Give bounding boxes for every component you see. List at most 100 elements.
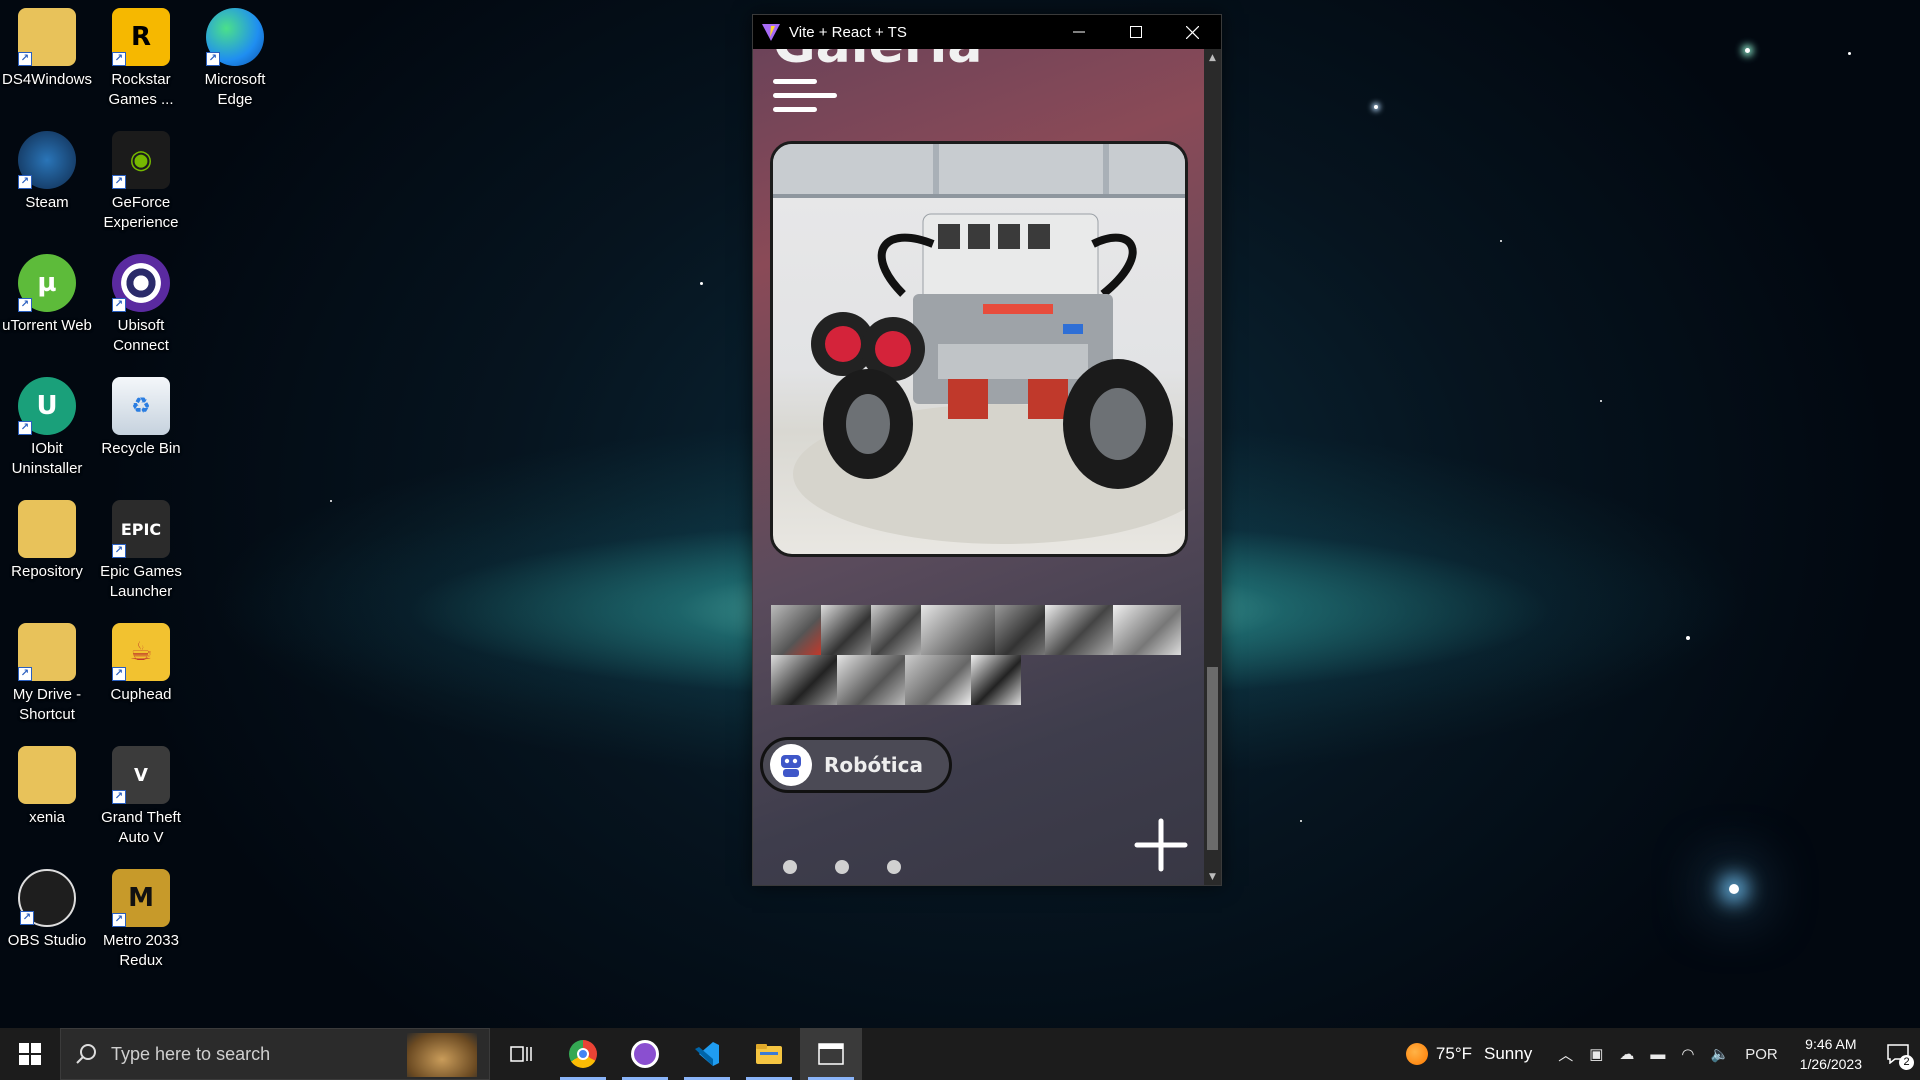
clock[interactable]: 9:46 AM 1/26/2023 [1800,1034,1862,1074]
scrollbar-thumb[interactable] [1207,667,1218,850]
gallery-thumbnail[interactable] [821,605,871,655]
desktop-icon-my-drive[interactable]: ↗ My Drive - Shortcut [0,623,94,725]
gta-icon: V ↗ [112,746,170,804]
gallery-thumbnail[interactable] [921,605,995,655]
desktop-icon-rockstar[interactable]: R ↗ Rockstar Games ... [94,8,188,110]
gallery-thumbnail[interactable] [971,655,1021,705]
desktop-icon-ubisoft[interactable]: ↗ Ubisoft Connect [94,254,188,356]
notification-count-badge: 2 [1899,1055,1914,1070]
app-window-icon [818,1043,844,1065]
desktop-icon-epic[interactable]: EPIC ↗ Epic Games Launcher [94,500,188,602]
carousel-dot[interactable] [783,860,797,874]
desktop-icon-obs[interactable]: ↗ OBS Studio [0,869,94,951]
desktop-icon-label: GeForce Experience [103,194,179,231]
category-button-robotica[interactable]: Robótica [760,737,952,793]
obs-icon: ↗ [18,869,76,927]
cuphead-icon: ☕ ↗ [112,623,170,681]
search-highlight-image [407,1033,477,1077]
desktop-icon-ds4windows[interactable]: ↗ DS4Windows [0,8,94,90]
task-view-button[interactable] [490,1028,552,1080]
desktop-icon-label: Grand Theft Auto V [101,809,181,846]
window-titlebar[interactable]: Vite + React + TS [753,15,1221,49]
steam-icon: ↗ [18,131,76,189]
scroll-up-icon[interactable]: ▲ [1204,49,1221,66]
notification-center-button[interactable]: 2 [1876,1028,1920,1080]
gallery-thumbnail[interactable] [1045,605,1113,655]
maximize-button[interactable] [1107,15,1164,49]
iobit-icon: U ↗ [18,377,76,435]
edge-icon: ↗ [206,8,264,66]
robot-photo-image [773,144,1185,544]
gallery-thumbnail[interactable] [771,605,821,655]
epic-games-icon: EPIC ↗ [112,500,170,558]
search-placeholder: Type here to search [111,1043,271,1064]
desktop-icon-geforce[interactable]: ◉ ↗ GeForce Experience [94,131,188,233]
desktop-icon-label: Microsoft Edge [204,71,266,108]
menu-button[interactable] [773,79,837,123]
taskbar: Type here to search 75°F Sunny ︿ ▣ ☁ ▬ ◠… [0,1028,1920,1080]
weather-widget[interactable]: 75°F Sunny [1405,1043,1533,1065]
plus-icon [1134,818,1188,872]
star [1500,240,1502,242]
desktop-icon-recycle-bin[interactable]: ♻ Recycle Bin [94,377,188,459]
battery-icon[interactable]: ▬ [1650,1046,1665,1063]
window-title: Vite + React + TS [789,23,907,41]
close-button[interactable] [1164,15,1221,49]
hamburger-line [773,107,817,112]
gallery-thumbnail[interactable] [771,655,837,705]
geforce-icon: ◉ ↗ [112,131,170,189]
gallery-thumbnail[interactable] [871,605,921,655]
vertical-scrollbar[interactable]: ▲ ▼ [1204,49,1221,885]
wifi-icon[interactable]: ◠ [1681,1045,1694,1063]
taskbar-app-file-explorer[interactable] [738,1028,800,1080]
add-button[interactable] [1133,817,1189,873]
desktop-icon-xenia[interactable]: xenia [0,746,94,828]
maximize-icon [1129,26,1142,38]
gallery-thumbnails [771,605,1181,707]
desktop-icon-metro[interactable]: M ↗ Metro 2033 Redux [94,869,188,971]
carousel-dot[interactable] [887,860,901,874]
sun-icon [1405,1043,1428,1065]
desktop-icon-label: Ubisoft Connect [113,317,169,354]
taskbar-app-chrome[interactable] [552,1028,614,1080]
star [1300,820,1302,822]
desktop-icon-label: uTorrent Web [2,317,92,334]
minimize-icon [1072,31,1085,33]
gallery-thumbnail[interactable] [905,655,971,705]
desktop-icon-edge[interactable]: ↗ Microsoft Edge [188,8,282,110]
desktop-icon-steam[interactable]: ↗ Steam [0,131,94,213]
taskbar-search-box[interactable]: Type here to search [60,1028,490,1080]
star [700,282,703,285]
close-icon [1186,25,1199,39]
input-language[interactable]: POR [1745,1046,1778,1063]
star [1848,52,1851,55]
star [330,500,332,502]
desktop-icon-cuphead[interactable]: ☕ ↗ Cuphead [94,623,188,705]
desktop-icon-iobit[interactable]: U ↗ IObit Uninstaller [0,377,94,479]
rockstar-icon: R ↗ [112,8,170,66]
star [1600,400,1602,402]
gallery-thumbnail[interactable] [837,655,905,705]
featured-photo[interactable] [770,141,1188,557]
volume-icon[interactable]: 🔈 [1711,1045,1730,1063]
taskbar-app-github-desktop[interactable] [614,1028,676,1080]
chevron-up-icon[interactable]: ︿ [1558,1044,1573,1065]
desktop-icon-utorrent[interactable]: µ ↗ uTorrent Web [0,254,94,336]
gallery-thumbnail[interactable] [1113,605,1181,655]
weather-condition: Sunny [1484,1044,1533,1063]
gallery-thumbnail[interactable] [995,605,1045,655]
start-button[interactable] [0,1028,60,1080]
scroll-down-icon[interactable]: ▼ [1204,868,1221,885]
gallery-page: Galeria [753,49,1205,885]
ubisoft-icon: ↗ [112,254,170,312]
onedrive-icon[interactable]: ☁ [1619,1045,1634,1063]
carousel-dot[interactable] [835,860,849,874]
desktop-icon-label: Metro 2033 Redux [103,932,179,969]
desktop-icon-repository[interactable]: Repository [0,500,94,582]
star [1729,884,1739,894]
desktop-icon-gta[interactable]: V ↗ Grand Theft Auto V [94,746,188,848]
meet-now-icon[interactable]: ▣ [1589,1045,1603,1063]
minimize-button[interactable] [1050,15,1107,49]
taskbar-app-vscode[interactable] [676,1028,738,1080]
taskbar-app-window[interactable] [800,1028,862,1080]
